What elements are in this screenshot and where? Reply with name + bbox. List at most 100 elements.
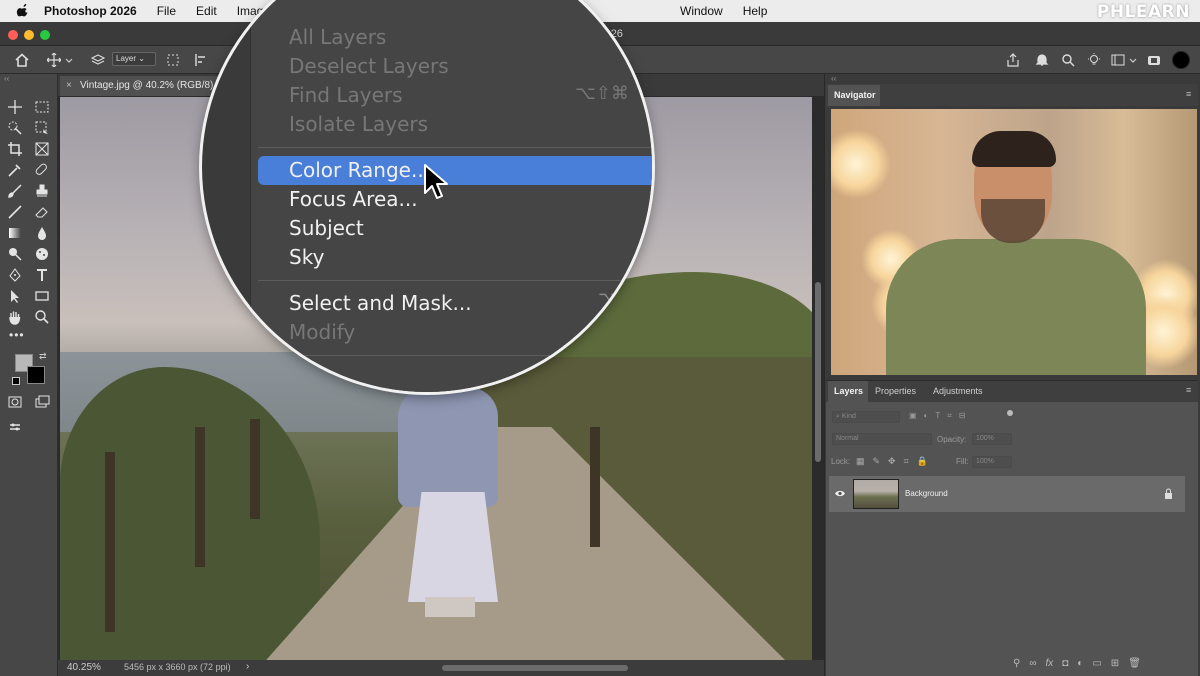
brush-tool-icon[interactable] — [7, 183, 23, 199]
pen-tool-icon[interactable] — [7, 267, 23, 283]
collapse-panel-icon[interactable]: ‹‹ — [4, 74, 9, 83]
discover-lightbulb-icon[interactable] — [1087, 53, 1101, 67]
link-layers-icon[interactable]: ∞ — [1029, 658, 1036, 669]
auto-select-layers-icon[interactable] — [91, 53, 105, 67]
fill-input[interactable]: 100% — [972, 456, 1012, 468]
avatar[interactable] — [1172, 51, 1190, 69]
move-tool-icon[interactable] — [7, 99, 23, 115]
search-icon[interactable] — [1061, 53, 1075, 67]
frame-tool-icon[interactable] — [34, 141, 50, 157]
layers-menu-icon[interactable]: ≡ — [1186, 385, 1191, 395]
tab-properties[interactable]: Properties — [875, 386, 916, 396]
menu-item-subject[interactable]: Subject — [289, 216, 364, 240]
eyedropper-tool-icon[interactable] — [7, 162, 23, 178]
menu-item-modify: Modify — [289, 320, 356, 344]
edit-toolbar-icon[interactable] — [7, 419, 23, 435]
blend-mode-select[interactable]: Normal — [832, 433, 932, 445]
background-color-swatch[interactable] — [27, 366, 45, 384]
menu-edit[interactable]: Edit — [196, 4, 217, 18]
filter-toggle-icon[interactable] — [1007, 410, 1013, 416]
move-tool-options-icon[interactable] — [47, 53, 61, 67]
workspace-icon[interactable] — [1111, 53, 1125, 67]
opacity-input[interactable]: 100% — [972, 433, 1012, 445]
collapse-panels-icon[interactable]: ‹‹ — [831, 74, 836, 83]
horizontal-scrollbar[interactable] — [442, 665, 628, 671]
menu-help[interactable]: Help — [743, 4, 768, 18]
zoom-tool-icon[interactable] — [34, 309, 50, 325]
marquee-tool-icon[interactable] — [34, 99, 50, 115]
share-icon[interactable] — [1006, 53, 1020, 67]
workspace-chevron-icon[interactable] — [1128, 53, 1138, 67]
apple-menu-icon[interactable] — [16, 4, 30, 18]
fill-label: Fill: — [956, 457, 969, 466]
menu-app-name[interactable]: Photoshop 2026 — [44, 4, 137, 18]
crop-tool-icon[interactable] — [7, 141, 23, 157]
adjustment-layer-icon[interactable]: ◐ — [1077, 658, 1083, 669]
chevron-down-icon[interactable] — [64, 53, 74, 67]
menu-item-all-layers: All Layers — [289, 25, 387, 49]
new-group-icon[interactable]: ▭ — [1092, 658, 1101, 669]
zoom-level[interactable]: 40.25% — [67, 662, 101, 673]
preview-lamp — [831, 129, 891, 199]
tab-navigator[interactable]: Navigator — [834, 90, 876, 100]
spot-healing-tool-icon[interactable] — [34, 162, 50, 178]
blur-tool-icon[interactable] — [34, 225, 50, 241]
eraser-tool-icon[interactable] — [34, 204, 50, 220]
navigator-menu-icon[interactable]: ≡ — [1186, 89, 1191, 99]
lock-icons[interactable]: ▦✎✥⌗🔒 — [856, 456, 936, 467]
quick-mask-icon[interactable] — [7, 394, 23, 410]
screen-mode-icon[interactable] — [34, 394, 50, 410]
menu-window[interactable]: Window — [680, 4, 723, 18]
path-selection-tool-icon[interactable] — [7, 288, 23, 304]
history-brush-tool-icon[interactable] — [7, 204, 23, 220]
layer-name[interactable]: Background — [905, 489, 948, 498]
menu-item-sky[interactable]: Sky — [289, 245, 324, 269]
auto-select-target-dropdown[interactable]: Layer ⌄ — [112, 52, 156, 66]
sponge-tool-icon[interactable] — [34, 246, 50, 262]
hand-tool-icon[interactable] — [7, 309, 23, 325]
document-tab-title: Vintage.jpg @ 40.2% (RGB/8) — [80, 80, 214, 91]
menu-item-select-and-mask[interactable]: Select and Mask... — [289, 291, 472, 315]
tab-adjustments[interactable]: Adjustments — [933, 386, 983, 396]
close-document-icon[interactable]: × — [66, 80, 72, 91]
gradient-tool-icon[interactable] — [7, 225, 23, 241]
image-person-skirt — [408, 492, 498, 602]
preview-person-hair — [972, 131, 1056, 167]
vertical-scrollbar[interactable] — [815, 282, 821, 462]
rectangle-tool-icon[interactable] — [34, 288, 50, 304]
object-selection-tool-icon[interactable] — [34, 120, 50, 136]
new-layer-icon[interactable]: ⊞ — [1111, 658, 1119, 669]
menu-item-focus-area[interactable]: Focus Area... — [289, 187, 418, 211]
default-colors-icon[interactable] — [12, 377, 20, 385]
notifications-bell-icon[interactable] — [1035, 53, 1049, 67]
layer-filter-kind[interactable]: ⌕ Kind — [832, 411, 900, 423]
find-layers-shortcut: ⌥⇧⌘ — [575, 83, 629, 104]
transform-controls-icon[interactable] — [166, 53, 180, 67]
menu-file[interactable]: File — [157, 4, 176, 18]
align-left-icon[interactable] — [194, 53, 208, 67]
more-tools-icon[interactable]: ••• — [9, 328, 25, 342]
swap-colors-icon[interactable]: ⇄ — [39, 351, 47, 362]
lock-label: Lock: — [831, 457, 851, 466]
image-person-sweater — [398, 387, 498, 507]
quick-selection-tool-icon[interactable] — [7, 120, 23, 136]
navigator-preview[interactable] — [831, 109, 1197, 375]
dodge-tool-icon[interactable] — [7, 246, 23, 262]
type-tool-icon[interactable] — [34, 267, 50, 283]
tab-layers[interactable]: Layers — [834, 386, 863, 396]
menu-item-isolate-layers: Isolate Layers — [289, 112, 429, 136]
document-tab[interactable]: × Vintage.jpg @ 40.2% (RGB/8) — [60, 76, 220, 96]
status-menu-arrow[interactable]: › — [246, 661, 249, 672]
home-icon[interactable] — [15, 53, 29, 67]
clone-stamp-tool-icon[interactable] — [34, 183, 50, 199]
visibility-eye-icon[interactable] — [834, 489, 846, 498]
fx-icon[interactable]: fx — [1045, 658, 1053, 669]
link-share-icon[interactable]: ⚲ — [1013, 658, 1020, 669]
layer-filter-icons[interactable]: ▣◐T⌗⊟ — [909, 411, 973, 421]
lock-icon[interactable] — [1164, 488, 1173, 499]
menu-item-color-range[interactable]: Color Range... — [289, 158, 430, 182]
add-mask-icon[interactable]: ◘ — [1062, 658, 1068, 669]
cloud-docs-icon[interactable] — [1147, 53, 1161, 67]
navigator-header — [826, 84, 1198, 106]
delete-layer-icon[interactable]: 🗑 — [1128, 658, 1141, 669]
